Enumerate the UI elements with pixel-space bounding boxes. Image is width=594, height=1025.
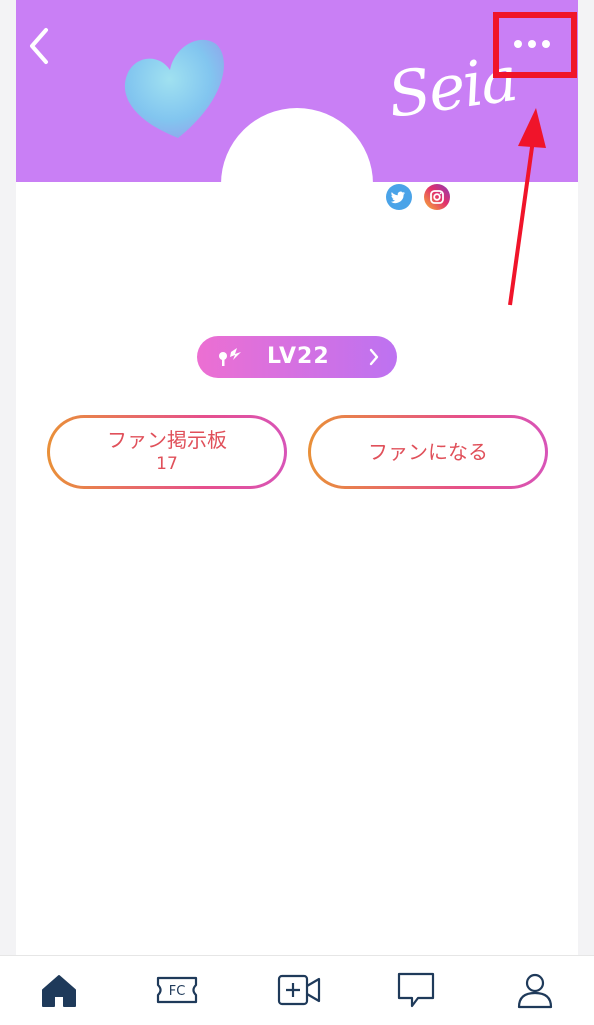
tab-fan-club[interactable]: FC	[155, 970, 199, 1010]
fan-board-count: 17	[156, 454, 178, 474]
highlight-box	[493, 12, 577, 78]
tab-messages[interactable]	[394, 970, 438, 1010]
avatar[interactable]	[221, 108, 373, 260]
chevron-right-icon	[369, 348, 379, 366]
fan-board-label: ファン掲示板	[107, 428, 227, 452]
twitter-link[interactable]	[386, 184, 412, 210]
twitter-icon	[390, 191, 405, 204]
instagram-link[interactable]	[424, 184, 450, 210]
fan-board-button[interactable]: ファン掲示板 17	[47, 415, 287, 489]
svg-text:FC: FC	[169, 984, 186, 999]
watercolor-heart-image	[124, 39, 224, 138]
add-video-icon	[277, 974, 321, 1006]
tab-profile[interactable]	[513, 970, 557, 1010]
level-badge[interactable]: LV22	[197, 336, 397, 378]
become-fan-label: ファンになる	[368, 440, 488, 464]
level-label: LV22	[267, 344, 330, 369]
instagram-icon	[430, 190, 444, 204]
chevron-left-icon	[30, 28, 48, 64]
become-fan-button[interactable]: ファンになる	[308, 415, 548, 489]
chat-icon	[397, 972, 435, 1008]
back-button[interactable]	[22, 24, 58, 68]
fc-ticket-icon: FC	[156, 976, 198, 1004]
tab-add-video[interactable]	[277, 970, 321, 1010]
red-arrow-annotation	[508, 108, 546, 306]
home-icon	[42, 975, 76, 1007]
key-icon	[219, 348, 241, 366]
profile-screen: Seia LV22 ファン掲示板 17 ファンになる FC	[0, 0, 594, 1025]
tab-home[interactable]	[37, 970, 81, 1010]
profile-icon	[517, 973, 553, 1009]
bottom-tab-bar: FC	[0, 955, 594, 1025]
